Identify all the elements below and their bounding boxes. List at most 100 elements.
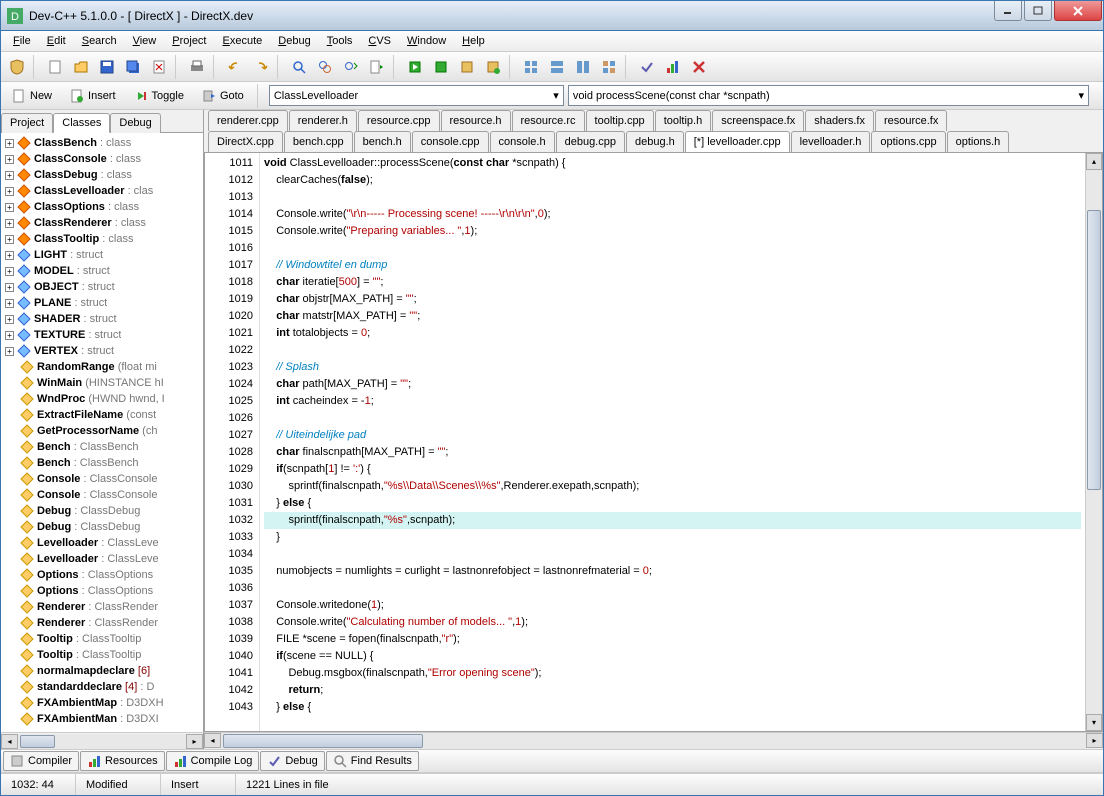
replace-icon[interactable] bbox=[313, 55, 337, 79]
expand-icon[interactable]: + bbox=[5, 315, 14, 324]
tree-item[interactable]: +ClassDebug : class bbox=[3, 167, 201, 183]
file-tab[interactable]: console.h bbox=[490, 131, 555, 152]
expand-icon[interactable]: + bbox=[5, 155, 14, 164]
tree-item[interactable]: +ClassTooltip : class bbox=[3, 231, 201, 247]
tree-item[interactable]: Levelloader : ClassLeve bbox=[3, 535, 201, 551]
expand-icon[interactable]: + bbox=[5, 331, 14, 340]
win2-icon[interactable] bbox=[545, 55, 569, 79]
new-file-icon[interactable] bbox=[43, 55, 67, 79]
delete-icon[interactable] bbox=[687, 55, 711, 79]
expand-icon[interactable]: + bbox=[5, 267, 14, 276]
tree-item[interactable]: WndProc (HWND hwnd, I bbox=[3, 391, 201, 407]
member-combo[interactable]: void processScene(const char *scnpath)▾ bbox=[568, 85, 1089, 106]
tree-item[interactable]: +OBJECT : struct bbox=[3, 279, 201, 295]
minimize-button[interactable] bbox=[994, 1, 1022, 21]
tree-item[interactable]: Renderer : ClassRender bbox=[3, 599, 201, 615]
run-icon[interactable] bbox=[429, 55, 453, 79]
file-tab[interactable]: screenspace.fx bbox=[712, 110, 804, 131]
menu-debug[interactable]: Debug bbox=[270, 33, 318, 49]
rebuildall-icon[interactable] bbox=[481, 55, 505, 79]
tree-item[interactable]: Debug : ClassDebug bbox=[3, 503, 201, 519]
expand-icon[interactable]: + bbox=[5, 187, 14, 196]
expand-icon[interactable]: + bbox=[5, 219, 14, 228]
menu-execute[interactable]: Execute bbox=[215, 33, 271, 49]
tree-item[interactable]: +TEXTURE : struct bbox=[3, 327, 201, 343]
file-tab[interactable]: bench.h bbox=[354, 131, 411, 152]
goto-button[interactable]: Goto bbox=[195, 85, 251, 107]
win1-icon[interactable] bbox=[519, 55, 543, 79]
tree-item[interactable]: Console : ClassConsole bbox=[3, 487, 201, 503]
menu-project[interactable]: Project bbox=[164, 33, 214, 49]
tree-item[interactable]: +ClassOptions : class bbox=[3, 199, 201, 215]
file-tab[interactable]: bench.cpp bbox=[284, 131, 353, 152]
tree-item[interactable]: Renderer : ClassRender bbox=[3, 615, 201, 631]
tree-item[interactable]: standarddeclare [4] : D bbox=[3, 679, 201, 695]
tree-item[interactable]: +VERTEX : struct bbox=[3, 343, 201, 359]
file-tab[interactable]: levelloader.h bbox=[791, 131, 871, 152]
tree-item[interactable]: Console : ClassConsole bbox=[3, 471, 201, 487]
expand-icon[interactable]: + bbox=[5, 203, 14, 212]
menu-cvs[interactable]: CVS bbox=[360, 33, 399, 49]
redo-icon[interactable] bbox=[249, 55, 273, 79]
tree-item[interactable]: ExtractFileName (const bbox=[3, 407, 201, 423]
expand-icon[interactable]: + bbox=[5, 251, 14, 260]
tree-item[interactable]: Bench : ClassBench bbox=[3, 439, 201, 455]
file-tab[interactable]: resource.cpp bbox=[358, 110, 440, 131]
undo-icon[interactable] bbox=[223, 55, 247, 79]
maximize-button[interactable] bbox=[1024, 1, 1052, 21]
menu-search[interactable]: Search bbox=[74, 33, 125, 49]
tree-item[interactable]: Options : ClassOptions bbox=[3, 583, 201, 599]
win4-icon[interactable] bbox=[597, 55, 621, 79]
print-icon[interactable] bbox=[185, 55, 209, 79]
tree-item[interactable]: Tooltip : ClassTooltip bbox=[3, 647, 201, 663]
expand-icon[interactable]: + bbox=[5, 347, 14, 356]
chart-icon[interactable] bbox=[661, 55, 685, 79]
file-tab[interactable]: resource.fx bbox=[875, 110, 947, 131]
tree-item[interactable]: FXAmbientMap : D3DXH bbox=[3, 695, 201, 711]
close-button[interactable] bbox=[1054, 1, 1102, 21]
file-tab[interactable]: tooltip.h bbox=[655, 110, 712, 131]
tree-item[interactable]: +LIGHT : struct bbox=[3, 247, 201, 263]
file-tab[interactable]: debug.h bbox=[626, 131, 684, 152]
class-tree[interactable]: +ClassBench : class+ClassConsole : class… bbox=[1, 133, 203, 732]
expand-icon[interactable]: + bbox=[5, 235, 14, 244]
file-tab[interactable]: resource.h bbox=[441, 110, 511, 131]
sidebar-tab-debug[interactable]: Debug bbox=[110, 113, 160, 133]
tree-item[interactable]: FXAmbientMan : D3DXI bbox=[3, 711, 201, 727]
editor-hscroll[interactable]: ◂▸ bbox=[204, 732, 1103, 749]
tree-item[interactable]: Levelloader : ClassLeve bbox=[3, 551, 201, 567]
new-button[interactable]: New bbox=[5, 85, 59, 107]
file-tab[interactable]: tooltip.cpp bbox=[586, 110, 654, 131]
saveall-icon[interactable] bbox=[121, 55, 145, 79]
expand-icon[interactable]: + bbox=[5, 283, 14, 292]
file-tab[interactable]: options.cpp bbox=[871, 131, 945, 152]
editor-vscroll[interactable]: ▴▾ bbox=[1085, 153, 1102, 731]
sidebar-hscroll[interactable]: ◂▸ bbox=[1, 732, 203, 749]
tree-item[interactable]: +ClassLevelloader : clas bbox=[3, 183, 201, 199]
tree-item[interactable]: +MODEL : struct bbox=[3, 263, 201, 279]
expand-icon[interactable]: + bbox=[5, 299, 14, 308]
tree-item[interactable]: +ClassConsole : class bbox=[3, 151, 201, 167]
file-tab[interactable]: console.cpp bbox=[412, 131, 489, 152]
sidebar-tab-classes[interactable]: Classes bbox=[53, 113, 110, 133]
tree-item[interactable]: RandomRange (float mi bbox=[3, 359, 201, 375]
menu-help[interactable]: Help bbox=[454, 33, 493, 49]
tree-item[interactable]: Bench : ClassBench bbox=[3, 455, 201, 471]
tree-item[interactable]: WinMain (HINSTANCE hI bbox=[3, 375, 201, 391]
menu-edit[interactable]: Edit bbox=[39, 33, 74, 49]
menu-file[interactable]: File bbox=[5, 33, 39, 49]
file-tab[interactable]: [*] levelloader.cpp bbox=[685, 131, 790, 152]
file-tab[interactable]: resource.rc bbox=[512, 110, 585, 131]
code-area[interactable]: void ClassLevelloader::processScene(cons… bbox=[260, 153, 1085, 731]
menu-window[interactable]: Window bbox=[399, 33, 454, 49]
tree-item[interactable]: Tooltip : ClassTooltip bbox=[3, 631, 201, 647]
toggle-button[interactable]: Toggle bbox=[127, 85, 191, 107]
compile-icon[interactable] bbox=[403, 55, 427, 79]
output-tab-resources[interactable]: Resources bbox=[80, 751, 165, 771]
file-tab[interactable]: DirectX.cpp bbox=[208, 131, 283, 152]
tree-item[interactable]: normalmapdeclare [6] bbox=[3, 663, 201, 679]
tree-item[interactable]: +PLANE : struct bbox=[3, 295, 201, 311]
file-tab[interactable]: renderer.cpp bbox=[208, 110, 288, 131]
tree-item[interactable]: Options : ClassOptions bbox=[3, 567, 201, 583]
find-icon[interactable] bbox=[287, 55, 311, 79]
